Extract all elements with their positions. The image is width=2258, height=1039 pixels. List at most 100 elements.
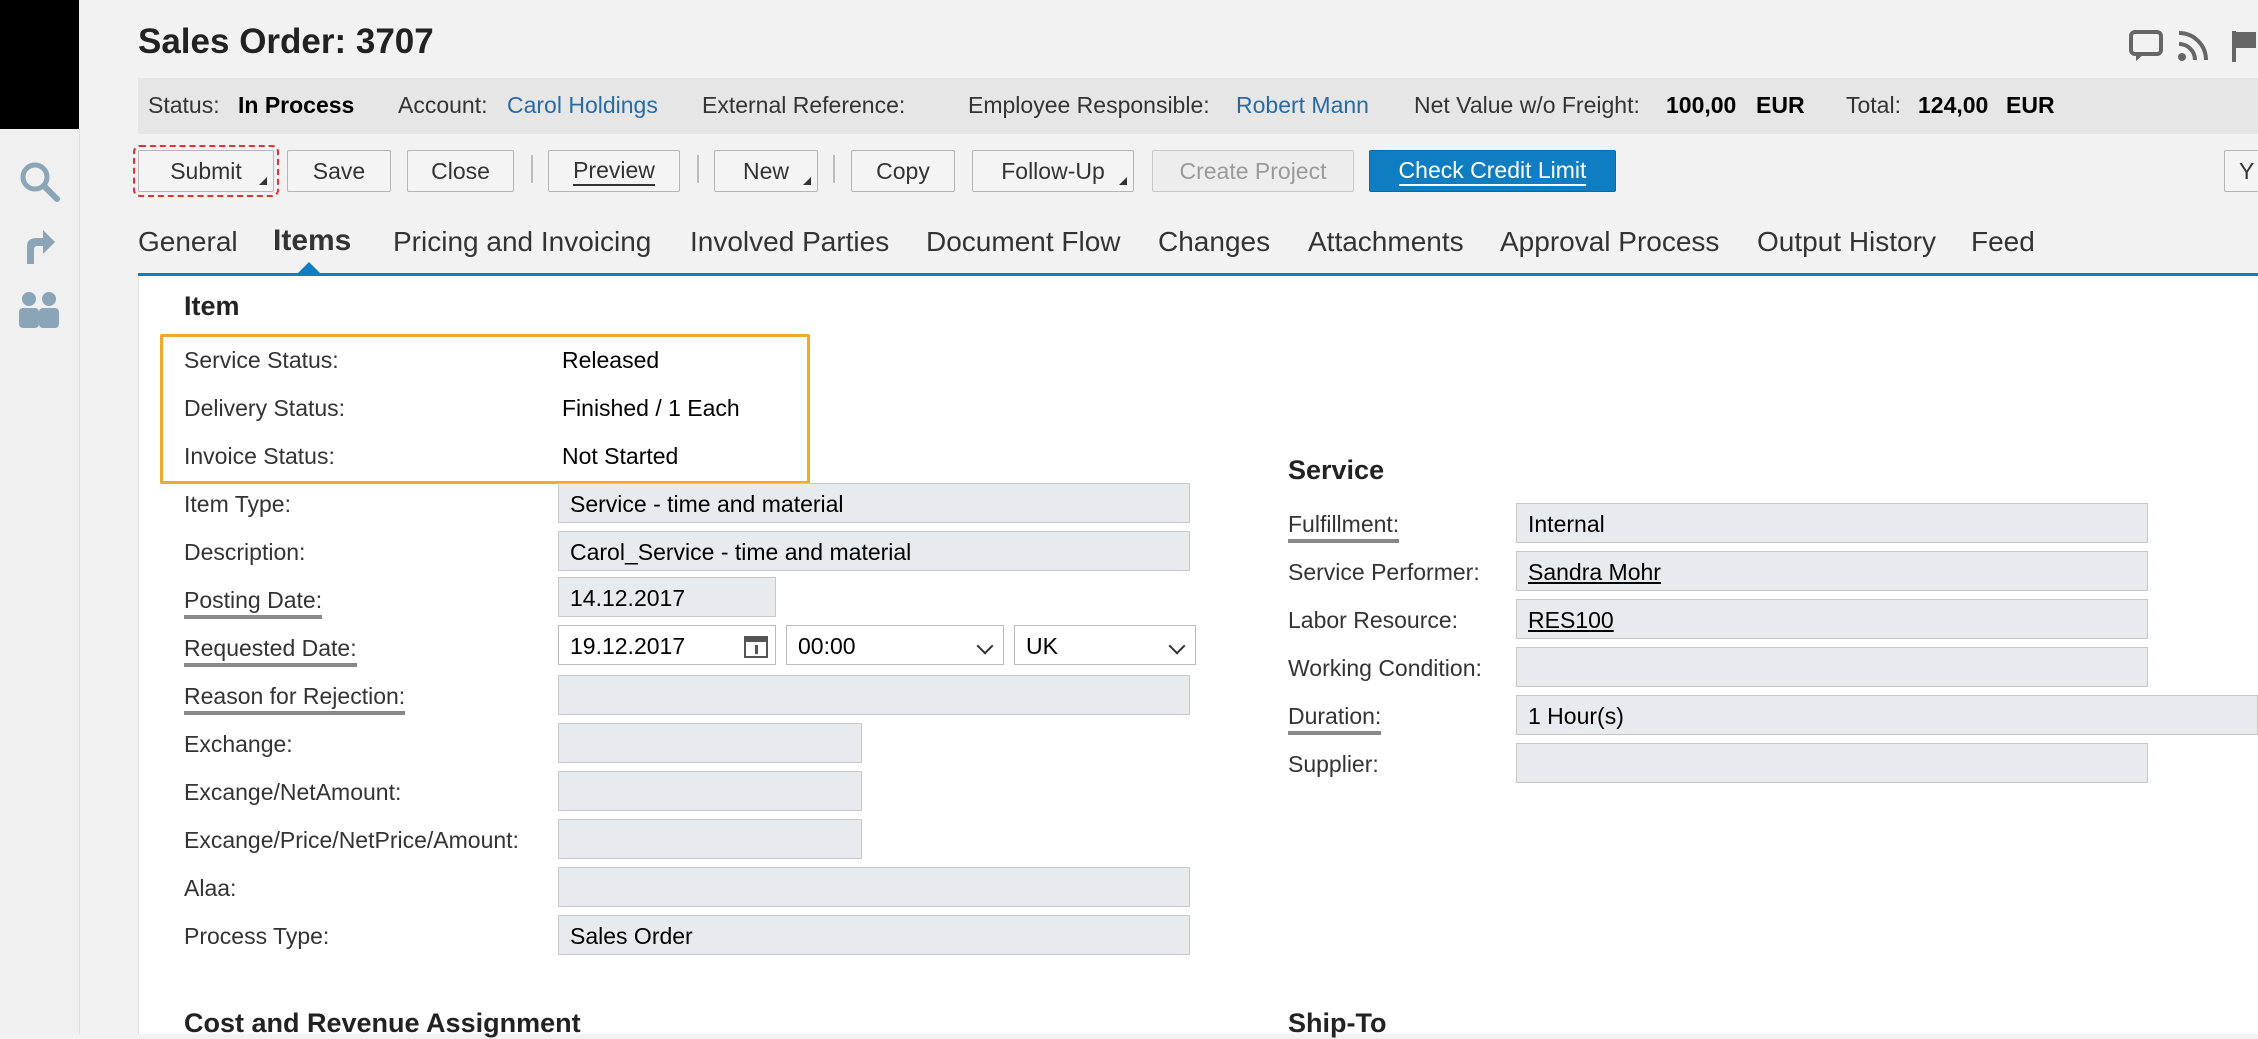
tab-general[interactable]: General <box>138 226 238 258</box>
preview-button[interactable]: Preview <box>548 150 680 192</box>
employee-link[interactable]: Robert Mann <box>1236 92 1369 119</box>
item-section-heading: Item <box>184 291 240 321</box>
calendar-icon[interactable] <box>743 633 769 664</box>
description-label: Description: <box>184 539 306 565</box>
account-link[interactable]: Carol Holdings <box>507 92 658 119</box>
fulfillment-label: Fulfillment: <box>1288 511 1400 543</box>
check-credit-limit-label: Check Credit Limit <box>1398 157 1587 186</box>
invoice-status-label: Invoice Status: <box>184 443 335 469</box>
status-bar: Status: In Process Account: Carol Holdin… <box>138 78 2258 134</box>
excange-price-label: Excange/Price/NetPrice/Amount: <box>184 827 519 853</box>
submit-button[interactable]: Submit <box>133 145 279 197</box>
page-title: Sales Order: 3707 <box>138 22 434 61</box>
tab-pricing-invoicing[interactable]: Pricing and Invoicing <box>393 226 651 258</box>
working-condition-label: Working Condition: <box>1288 655 1482 681</box>
invoice-status-value: Not Started <box>562 443 679 469</box>
service-performer-field[interactable]: Sandra Mohr <box>1516 551 2148 591</box>
delivery-status-label: Delivery Status: <box>184 395 346 421</box>
close-button[interactable]: Close <box>407 150 514 192</box>
requested-date-label: Requested Date: <box>184 635 357 667</box>
tab-feed[interactable]: Feed <box>1971 226 2035 258</box>
ship-to-heading: Ship-To <box>1288 1008 1387 1038</box>
duration-field[interactable]: 1 Hour(s) <box>1516 695 2258 735</box>
flag-icon[interactable] <box>2230 28 2258 64</box>
labor-resource-label: Labor Resource: <box>1288 607 1459 633</box>
create-project-button[interactable]: Create Project <box>1152 150 1354 192</box>
excange-netamount-label: Excange/NetAmount: <box>184 779 402 805</box>
save-button[interactable]: Save <box>287 150 391 192</box>
description-field[interactable]: Carol_Service - time and material <box>558 531 1190 571</box>
labor-resource-link[interactable]: RES100 <box>1528 607 1614 633</box>
rss-icon[interactable] <box>2175 28 2211 64</box>
check-credit-limit-button[interactable]: Check Credit Limit <box>1369 150 1616 192</box>
copy-label: Copy <box>876 157 930 184</box>
toolbar-separator <box>697 155 699 183</box>
service-status-value: Released <box>562 347 660 373</box>
fulfillment-label-text: Fulfillment: <box>1288 511 1400 543</box>
toolbar-separator <box>833 155 835 183</box>
item-type-field[interactable]: Service - time and material <box>558 483 1190 523</box>
tab-output-history[interactable]: Output History <box>1757 226 1936 258</box>
posting-date-label-text: Posting Date: <box>184 587 323 619</box>
tab-involved-parties[interactable]: Involved Parties <box>690 226 889 258</box>
submit-label: Submit <box>170 157 242 184</box>
total-value: 124,00 <box>1918 92 1989 118</box>
exchange-field[interactable] <box>558 723 862 763</box>
service-performer-link[interactable]: Sandra Mohr <box>1528 559 1661 585</box>
total-label: Total: <box>1846 92 1901 118</box>
timezone-select[interactable]: UK <box>1014 625 1196 665</box>
working-condition-field[interactable] <box>1516 647 2148 687</box>
rejection-reason-label-text: Reason for Rejection: <box>184 683 406 715</box>
follow-up-label: Follow-Up <box>1001 157 1105 184</box>
service-status-label: Service Status: <box>184 347 339 373</box>
overflow-label: Y <box>2239 157 2255 184</box>
toolbar-separator <box>531 155 533 183</box>
tab-document-flow[interactable]: Document Flow <box>926 226 1121 258</box>
posting-date-label: Posting Date: <box>184 587 323 619</box>
excange-netamount-field[interactable] <box>558 771 862 811</box>
tab-approval-process[interactable]: Approval Process <box>1500 226 1719 258</box>
follow-up-button[interactable]: Follow-Up <box>972 150 1134 192</box>
search-icon[interactable] <box>14 156 64 206</box>
labor-resource-field[interactable]: RES100 <box>1516 599 2148 639</box>
account-label: Account: <box>398 92 488 118</box>
requested-date-field[interactable]: 19.12.2017 <box>558 625 776 665</box>
item-type-label: Item Type: <box>184 491 291 517</box>
copy-button[interactable]: Copy <box>851 150 955 192</box>
alaa-field[interactable] <box>558 867 1190 907</box>
process-type-field[interactable]: Sales Order <box>558 915 1190 955</box>
cost-revenue-heading: Cost and Revenue Assignment <box>184 1008 581 1038</box>
delivery-status-value: Finished / 1 Each <box>562 395 740 421</box>
overflow-button[interactable]: Y <box>2224 150 2258 192</box>
tab-items[interactable]: Items <box>273 224 351 258</box>
posting-date-field[interactable]: 14.12.2017 <box>558 577 776 617</box>
fulfillment-field[interactable]: Internal <box>1516 503 2148 543</box>
chevron-down-icon <box>1168 637 1186 655</box>
process-type-label: Process Type: <box>184 923 330 949</box>
rejection-reason-field[interactable] <box>558 675 1190 715</box>
requested-time-select[interactable]: 00:00 <box>786 625 1004 665</box>
tab-attachments[interactable]: Attachments <box>1308 226 1464 258</box>
forward-arrow-icon[interactable] <box>14 221 64 271</box>
employee-label: Employee Responsible: <box>968 92 1210 118</box>
supplier-label: Supplier: <box>1288 751 1379 777</box>
timezone-value: UK <box>1026 633 1058 659</box>
comment-icon[interactable] <box>2128 28 2164 64</box>
people-icon[interactable] <box>14 284 64 334</box>
excange-price-field[interactable] <box>558 819 862 859</box>
requested-time-value: 00:00 <box>798 633 856 659</box>
total-currency: EUR <box>2006 92 2055 118</box>
create-project-label: Create Project <box>1179 157 1327 184</box>
service-performer-label: Service Performer: <box>1288 559 1480 585</box>
new-button[interactable]: New <box>714 150 818 192</box>
exchange-label: Exchange: <box>184 731 293 757</box>
new-label: New <box>742 157 789 184</box>
black-corner <box>0 0 79 129</box>
close-label: Close <box>431 157 490 184</box>
tab-changes[interactable]: Changes <box>1158 226 1270 258</box>
duration-label-text: Duration: <box>1288 703 1382 735</box>
rejection-reason-label: Reason for Rejection: <box>184 683 406 715</box>
supplier-field[interactable] <box>1516 743 2148 783</box>
left-rail <box>0 129 80 1034</box>
save-label: Save <box>312 157 366 184</box>
